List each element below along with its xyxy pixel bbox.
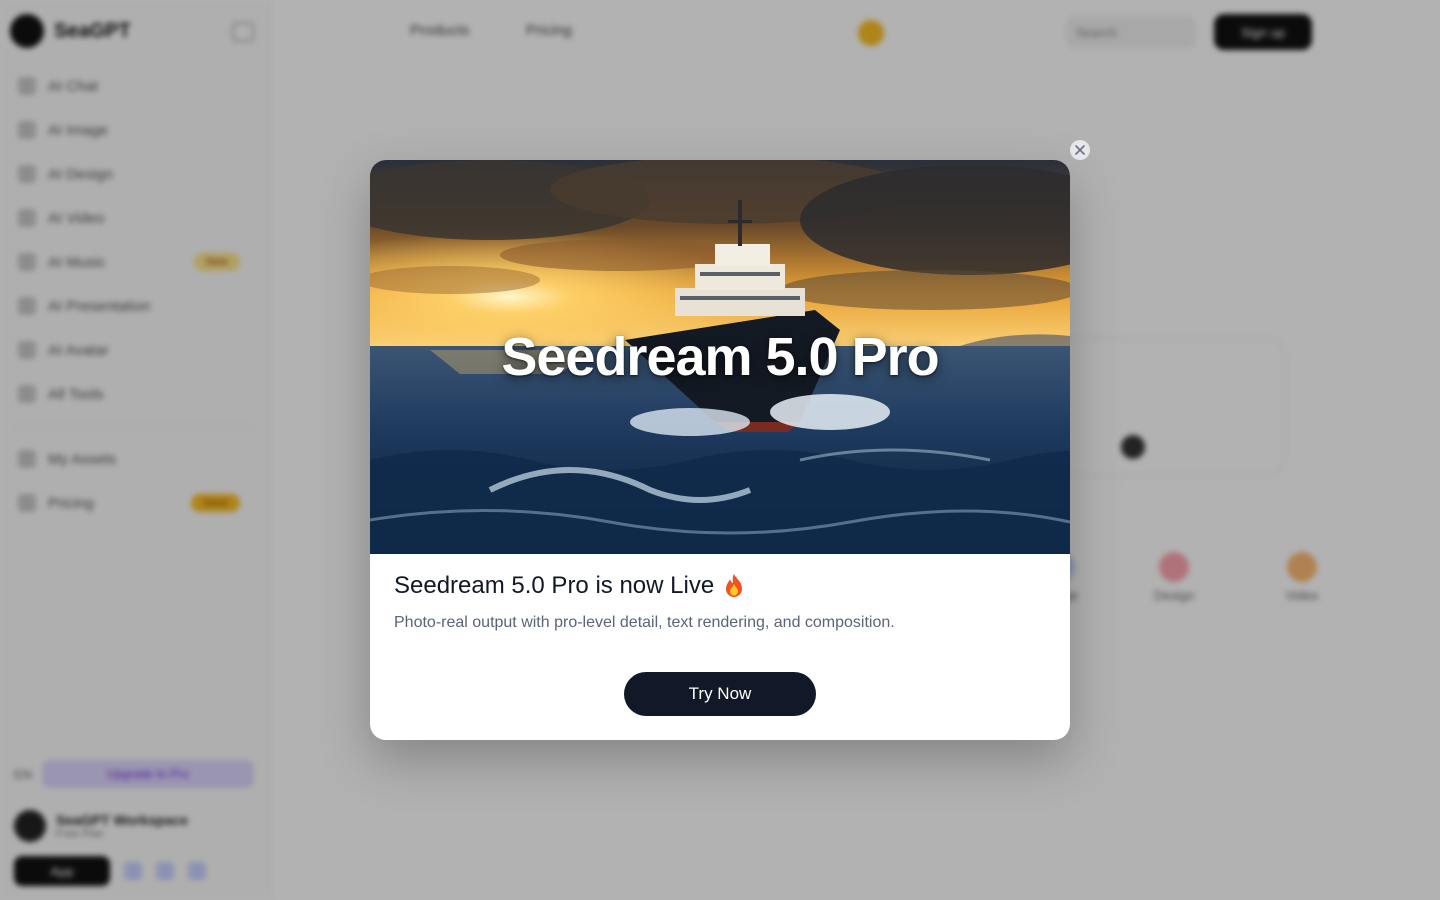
fire-icon <box>726 574 743 597</box>
modal-heading: Seedream 5.0 Pro is now Live <box>394 572 1046 600</box>
modal-close-button[interactable] <box>1070 140 1090 160</box>
modal-body: Seedream 5.0 Pro is now Live Photo-real … <box>394 572 1046 632</box>
hero-banner: Seedream 5.0 Pro <box>370 160 1070 554</box>
close-icon <box>1075 145 1085 155</box>
modal-description: Photo-real output with pro-level detail,… <box>394 614 895 631</box>
announcement-modal: Seedream 5.0 Pro Seedream 5.0 Pro is now… <box>370 160 1070 740</box>
modal-heading-text: Seedream 5.0 Pro is now Live <box>394 572 715 599</box>
hero-title: Seedream 5.0 Pro <box>501 327 939 387</box>
try-now-button[interactable]: Try Now <box>624 672 816 716</box>
